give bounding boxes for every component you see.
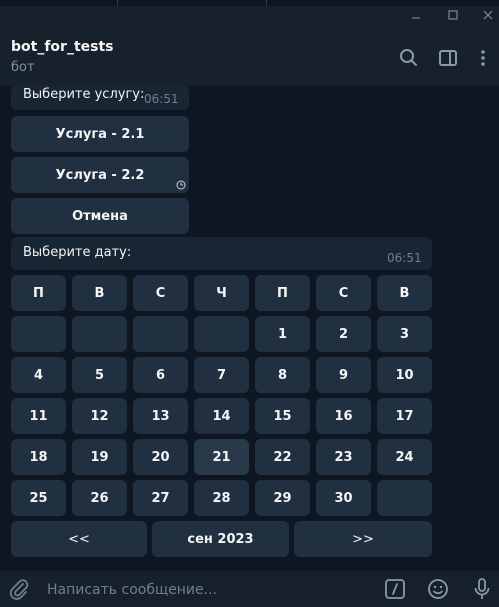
message-time: 06:51	[144, 92, 179, 106]
calendar-day-button[interactable]: 30	[316, 480, 371, 516]
clock-icon	[176, 180, 186, 190]
chat-title[interactable]: bot_for_tests	[11, 39, 114, 55]
calendar-empty-cell[interactable]	[377, 480, 432, 516]
weekday-header[interactable]: С	[316, 275, 371, 311]
weekday-header[interactable]: С	[133, 275, 188, 311]
close-icon[interactable]	[477, 8, 499, 26]
calendar-day-button[interactable]: 28	[194, 480, 249, 516]
calendar-day-button[interactable]: 24	[377, 439, 432, 475]
calendar-day-button[interactable]: 29	[255, 480, 310, 516]
weekday-header[interactable]: В	[377, 275, 432, 311]
button-label: Услуга - 2.2	[55, 167, 145, 183]
calendar-day-button[interactable]: 22	[255, 439, 310, 475]
emoji-icon[interactable]	[426, 577, 450, 601]
calendar-day-button[interactable]: 2	[316, 316, 371, 352]
calendar-day-button[interactable]: 26	[72, 480, 127, 516]
microphone-icon[interactable]	[470, 577, 494, 601]
calendar-day-button[interactable]: 20	[133, 439, 188, 475]
calendar-day-button[interactable]: 23	[316, 439, 371, 475]
calendar-day-button[interactable]: 4	[11, 357, 66, 393]
calendar-empty-cell[interactable]	[11, 316, 66, 352]
more-menu-icon[interactable]	[471, 46, 495, 70]
calendar-day-button[interactable]: 1	[255, 316, 310, 352]
calendar-day-button[interactable]: 5	[72, 357, 127, 393]
calendar-day-button[interactable]: 19	[72, 439, 127, 475]
commands-icon[interactable]	[383, 577, 407, 601]
calendar-day-button[interactable]: 10	[377, 357, 432, 393]
window-titlebar	[0, 0, 499, 30]
tabs-strip	[0, 0, 499, 6]
next-month-button[interactable]: >>	[294, 521, 432, 557]
message-text: Выберите услугу:	[23, 87, 145, 102]
message-time: 06:51	[387, 251, 422, 265]
tab-divider	[117, 0, 118, 6]
calendar-empty-cell[interactable]	[133, 316, 188, 352]
calendar-day-button[interactable]: 13	[133, 398, 188, 434]
calendar-day-button[interactable]: 14	[194, 398, 249, 434]
tab-divider	[266, 0, 267, 6]
current-month-button[interactable]: сен 2023	[152, 521, 289, 557]
calendar-empty-cell[interactable]	[72, 316, 127, 352]
message-input-bar: Написать сообщение...	[0, 571, 499, 607]
minimize-icon[interactable]	[405, 8, 427, 26]
calendar-day-button[interactable]: 6	[133, 357, 188, 393]
service-2-2-button[interactable]: Услуга - 2.2	[11, 157, 189, 193]
calendar-day-button[interactable]: 9	[316, 357, 371, 393]
calendar-empty-cell[interactable]	[194, 316, 249, 352]
chat-header: bot_for_tests бот	[0, 30, 499, 87]
calendar-day-button[interactable]: 17	[377, 398, 432, 434]
calendar-day-button[interactable]: 12	[72, 398, 127, 434]
service-prompt-message: Выберите услугу: 06:51	[11, 84, 189, 110]
weekday-header[interactable]: П	[255, 275, 310, 311]
chat-subtitle: бот	[11, 60, 35, 75]
calendar-day-button[interactable]: 11	[11, 398, 66, 434]
weekday-header[interactable]: П	[11, 275, 66, 311]
service-2-1-button[interactable]: Услуга - 2.1	[11, 116, 189, 152]
calendar-day-button[interactable]: 21	[194, 439, 249, 475]
weekday-header[interactable]: В	[72, 275, 127, 311]
sidebar-toggle-icon[interactable]	[436, 46, 460, 70]
message-text: Выберите дату:	[23, 245, 132, 260]
calendar-day-button[interactable]: 15	[255, 398, 310, 434]
date-prompt-message: Выберите дату: 06:51	[11, 237, 432, 270]
calendar-day-button[interactable]: 27	[133, 480, 188, 516]
prev-month-button[interactable]: <<	[11, 521, 147, 557]
cancel-button[interactable]: Отмена	[11, 198, 189, 234]
calendar-day-button[interactable]: 8	[255, 357, 310, 393]
message-input[interactable]: Написать сообщение...	[47, 582, 217, 598]
calendar-day-button[interactable]: 16	[316, 398, 371, 434]
weekday-header[interactable]: Ч	[194, 275, 249, 311]
maximize-icon[interactable]	[442, 8, 464, 26]
calendar-day-button[interactable]: 7	[194, 357, 249, 393]
attach-icon[interactable]	[7, 577, 31, 601]
calendar-day-button[interactable]: 18	[11, 439, 66, 475]
calendar-day-button[interactable]: 25	[11, 480, 66, 516]
calendar-day-button[interactable]: 3	[377, 316, 432, 352]
search-icon[interactable]	[397, 46, 421, 70]
